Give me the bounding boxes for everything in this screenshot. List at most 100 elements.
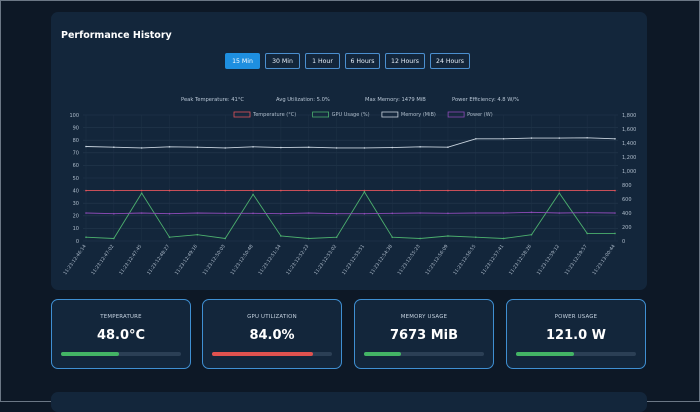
data-point — [614, 212, 616, 214]
data-point — [280, 235, 282, 237]
y-left-tick-label: 80 — [73, 138, 79, 144]
y-left-tick-label: 10 — [73, 226, 79, 232]
data-point — [85, 212, 87, 214]
card-label: POWER USAGE — [554, 314, 598, 320]
data-point — [586, 211, 588, 214]
data-point — [447, 189, 449, 192]
series-line — [85, 191, 615, 239]
data-point — [614, 189, 616, 192]
y-right-tick-label: 600 — [622, 197, 632, 203]
card-value: 84.0% — [249, 328, 295, 343]
data-point — [558, 137, 561, 139]
x-tick-label: 11:23:13:00:44 — [591, 244, 616, 277]
data-point — [614, 232, 616, 235]
y-right-tick-label: 0 — [622, 239, 625, 245]
data-point — [168, 146, 171, 148]
data-point — [307, 189, 310, 192]
y-left-tick-label: 50 — [73, 176, 79, 182]
data-point — [419, 146, 421, 148]
y-left-tick-label: 0 — [76, 239, 79, 245]
data-point — [391, 212, 394, 215]
y-right-tick-label: 1,800 — [622, 113, 636, 119]
data-point — [252, 193, 254, 196]
data-point — [196, 212, 199, 214]
data-point — [280, 189, 282, 192]
data-point — [502, 138, 505, 140]
power-usage-card: POWER USAGE 121.0 W — [506, 299, 646, 369]
y-right-tick-label: 1,600 — [622, 127, 636, 133]
data-point — [530, 233, 533, 236]
data-point — [558, 189, 561, 192]
data-point — [335, 147, 338, 149]
data-point — [196, 233, 199, 236]
progress-fill — [516, 352, 574, 356]
x-tick-label: 11:23:12:59:57 — [564, 244, 589, 277]
data-point — [113, 237, 115, 240]
data-point — [502, 237, 505, 240]
card-value: 7673 MiB — [389, 328, 458, 343]
memory-usage-card: MEMORY USAGE 7673 MiB — [354, 299, 494, 369]
y-right-tick-label: 800 — [622, 183, 632, 189]
x-tick-label: 11:23:12:47:02 — [90, 244, 115, 277]
series-line — [85, 137, 616, 149]
y-left-tick-label: 20 — [73, 214, 79, 220]
y-left-tick-label: 30 — [73, 201, 79, 207]
data-point — [558, 192, 561, 194]
x-tick-label: 11:23:12:48:27 — [146, 244, 171, 277]
x-tick-label: 11:23:12:55:23 — [397, 244, 422, 277]
data-point — [113, 189, 115, 192]
x-tick-label: 11:23:12:51:34 — [257, 244, 282, 277]
data-point — [502, 212, 505, 214]
data-point — [474, 189, 477, 192]
data-point — [391, 236, 394, 239]
progress-track — [516, 352, 636, 356]
x-tick-label: 11:23:12:47:45 — [118, 244, 143, 277]
data-point — [140, 192, 143, 194]
card-label: TEMPERATURE — [100, 314, 142, 320]
data-point — [614, 138, 616, 140]
progress-fill — [212, 352, 313, 356]
legend-label: Memory (MiB) — [401, 112, 436, 118]
data-point — [474, 138, 477, 140]
legend-swatch — [312, 111, 330, 118]
progress-fill — [61, 352, 119, 356]
performance-history-panel: Performance History 15 Min 30 Min 1 Hour… — [51, 12, 647, 290]
x-tick-label: 11:23:12:53:02 — [313, 244, 338, 277]
data-point — [586, 189, 588, 192]
performance-line-chart: 0 10 20 30 40 50 60 70 80 90 100 0 200 400 600 800 1,000… — [62, 111, 636, 277]
data-point — [586, 136, 588, 139]
x-tick-label: 11:23:12:57:41 — [480, 244, 505, 277]
legend-label: Power (W) — [467, 112, 493, 118]
data-point — [113, 146, 115, 148]
y-left-tick-label: 90 — [73, 125, 79, 131]
y-right-tick-label: 1,000 — [622, 169, 636, 175]
data-point — [530, 189, 533, 192]
gpu-utilization-card: GPU UTILIZATION 84.0% — [202, 299, 342, 369]
data-point — [252, 189, 254, 192]
data-point — [335, 236, 338, 239]
data-point — [419, 212, 421, 214]
x-tick-label: 11:23:12:53:51 — [341, 244, 366, 277]
progress-fill — [364, 352, 402, 356]
x-tick-label: 11:23:12:59:12 — [536, 244, 561, 277]
x-tick-label: 11:23:12:50:48 — [229, 244, 254, 277]
progress-track — [212, 352, 332, 356]
lower-panel — [51, 392, 647, 412]
x-tick-label: 11:23:12:54:38 — [369, 244, 394, 277]
data-point — [196, 189, 199, 192]
progress-track — [61, 352, 181, 356]
series-line — [85, 211, 616, 215]
x-tick-label: 11:23:12:50:03 — [202, 244, 227, 277]
data-point — [335, 189, 338, 192]
y-right-tick-label: 200 — [622, 225, 632, 231]
y-left-tick-label: 100 — [69, 113, 79, 119]
data-point — [252, 212, 254, 215]
x-tick-label: 11:23:12:58:26 — [508, 244, 533, 277]
data-point — [196, 146, 199, 148]
data-point — [85, 189, 87, 192]
data-point — [140, 189, 143, 192]
y-left-tick-label: 40 — [73, 188, 79, 194]
card-value: 121.0 W — [546, 328, 606, 343]
data-point — [363, 147, 366, 149]
x-tick-label: 11:23:12:49:16 — [174, 244, 199, 277]
